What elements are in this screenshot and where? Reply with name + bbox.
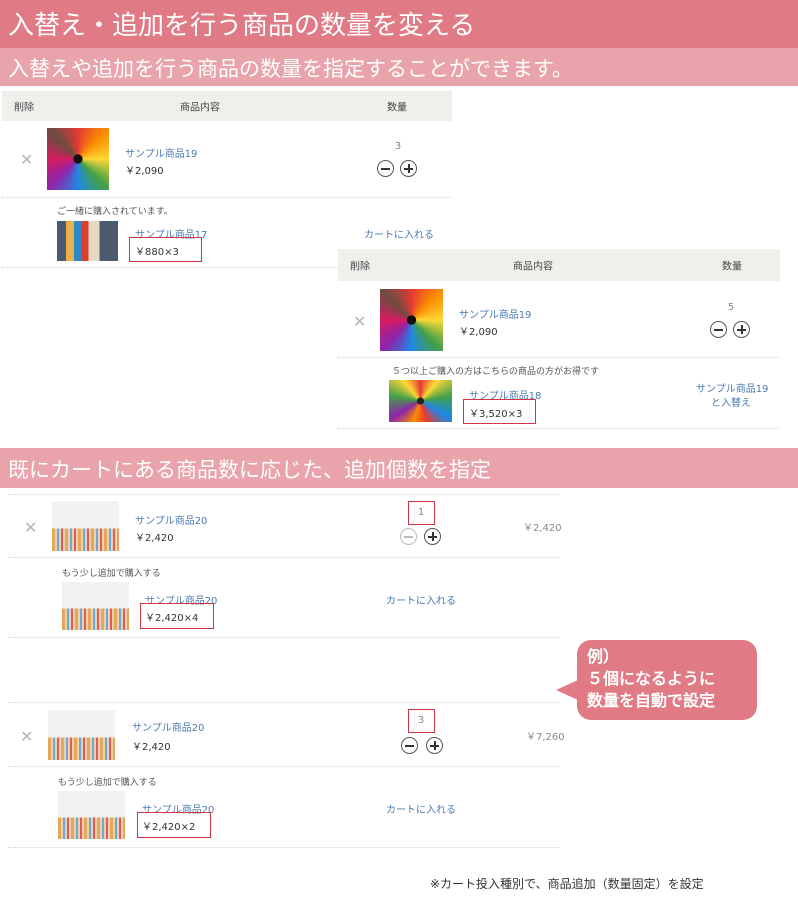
divider (8, 847, 560, 848)
cart1-item-price: ￥2,090 (125, 166, 164, 177)
cart4-subtotal: ￥7,260 (526, 732, 565, 743)
cart4-item-price: ￥2,420 (132, 742, 171, 753)
cart4-item-name[interactable]: サンプル商品20 (132, 719, 204, 734)
section2-banner: 既にカートにある商品数に応じた、追加個数を指定 (0, 448, 798, 488)
cart2-recommend-note: ５つ以上ご購入の方はこちらの商品の方がお得です (392, 367, 600, 377)
cart2-qty-value: 5 (727, 302, 735, 313)
cart4-qty-value: 3 (417, 715, 425, 726)
plus-button[interactable] (733, 321, 750, 338)
callout-pointer (556, 680, 578, 700)
divider (8, 494, 560, 495)
header-qty: 数量 (387, 102, 407, 114)
header-product: 商品内容 (180, 102, 220, 114)
example-callout: 例） ５個になるように 数量を自動で設定 (577, 640, 757, 720)
cart3-offer-price: ￥2,420×4 (145, 613, 199, 624)
cart1-offer-price: ￥880×3 (135, 247, 179, 258)
divider (8, 557, 560, 558)
swap-link-line2[interactable]: と入替え (711, 394, 751, 409)
offer-thumbnail[interactable] (58, 791, 125, 839)
divider (2, 197, 452, 198)
divider (8, 766, 560, 767)
callout-line3: 数量を自動で設定 (587, 691, 716, 710)
minus-button-disabled[interactable] (400, 528, 417, 545)
divider (338, 428, 780, 429)
header-product: 商品内容 (513, 261, 553, 273)
cart1-qty-value: 3 (394, 141, 402, 152)
offer-thumbnail[interactable] (62, 582, 129, 630)
cart3-qty-value: 1 (417, 507, 425, 518)
cart3-recommend-note: もう少し追加で購入する (62, 569, 161, 579)
main-title-banner: 入替え・追加を行う商品の数量を変える (0, 0, 798, 48)
header-delete: 削除 (14, 102, 34, 114)
cart4-offer-price: ￥2,420×2 (142, 822, 196, 833)
add-to-cart-link[interactable]: カートに入れる (364, 226, 434, 241)
offer-thumbnail[interactable] (389, 380, 452, 422)
subtitle-banner: 入替えや追加を行う商品の数量を指定することができます。 (0, 48, 798, 86)
cart2-item-price: ￥2,090 (459, 327, 498, 338)
minus-button[interactable] (377, 160, 394, 177)
cart2-table-header: 削除 商品内容 数量 (338, 249, 780, 281)
footer-note: ※カート投入種別で、商品追加（数量固定）を設定 (430, 877, 704, 891)
offer-thumbnail[interactable] (57, 221, 118, 261)
callout-line2: ５個になるように (587, 669, 716, 688)
cart3-item-price: ￥2,420 (135, 533, 174, 544)
header-delete: 削除 (350, 261, 370, 273)
product-thumbnail[interactable] (47, 128, 109, 190)
minus-button[interactable] (401, 737, 418, 754)
minus-button[interactable] (710, 321, 727, 338)
product-thumbnail[interactable] (52, 501, 119, 551)
add-to-cart-link[interactable]: カートに入れる (386, 592, 456, 607)
cart4-recommend-note: もう少し追加で購入する (58, 778, 157, 788)
product-thumbnail[interactable] (48, 710, 115, 760)
plus-button[interactable] (400, 160, 417, 177)
cart1-table-header: 削除 商品内容 数量 (2, 91, 452, 121)
add-to-cart-link[interactable]: カートに入れる (386, 801, 456, 816)
remove-icon[interactable]: ✕ (353, 312, 366, 331)
remove-icon[interactable]: ✕ (24, 518, 37, 537)
divider (338, 357, 780, 358)
header-qty: 数量 (722, 261, 742, 273)
callout-line1: 例） (587, 647, 620, 666)
swap-link-line1[interactable]: サンプル商品19 (696, 380, 768, 395)
cart3-item-name[interactable]: サンプル商品20 (135, 512, 207, 527)
plus-button[interactable] (424, 528, 441, 545)
cart3-subtotal: ￥2,420 (523, 523, 562, 534)
cart1-recommend-note: ご一緒に購入されています。 (57, 207, 173, 217)
cart2-offer-price: ￥3,520×3 (469, 409, 523, 420)
divider (8, 637, 560, 638)
product-thumbnail[interactable] (380, 289, 443, 351)
cart1-item-name[interactable]: サンプル商品19 (125, 145, 197, 160)
plus-button[interactable] (426, 737, 443, 754)
remove-icon[interactable]: ✕ (20, 150, 33, 169)
remove-icon[interactable]: ✕ (20, 727, 33, 746)
cart2-item-name[interactable]: サンプル商品19 (459, 306, 531, 321)
divider (8, 702, 560, 703)
